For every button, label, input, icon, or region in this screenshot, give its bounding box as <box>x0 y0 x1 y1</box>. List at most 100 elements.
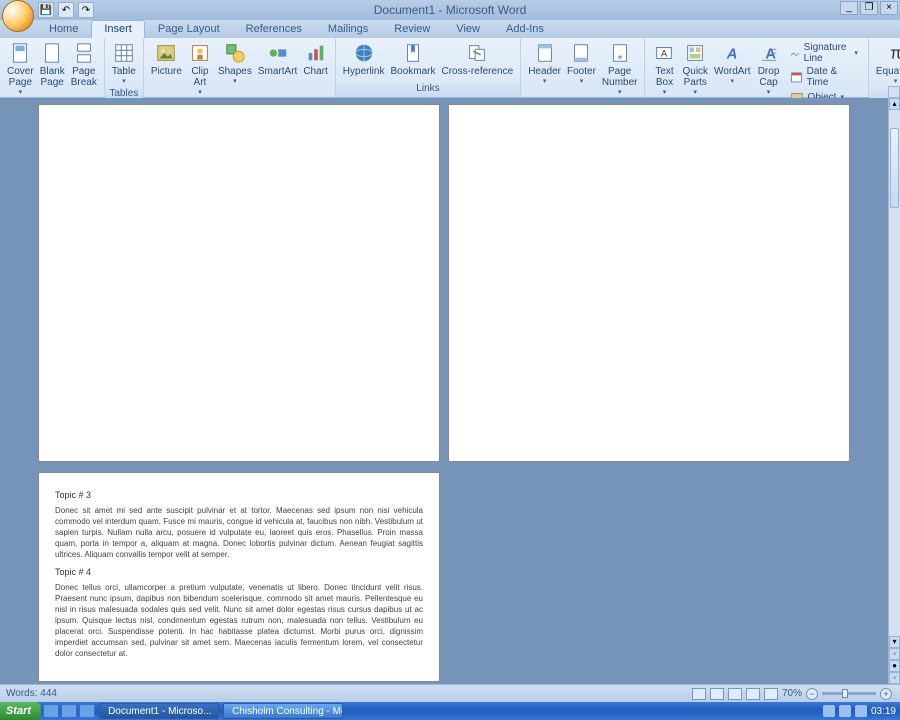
scroll-thumb[interactable] <box>890 128 899 208</box>
page-1[interactable] <box>38 104 440 462</box>
chart-button[interactable]: Chart <box>300 40 330 78</box>
document-area[interactable]: Topic # 3 Donec sit amet mi sed ante sus… <box>0 98 888 684</box>
vertical-scrollbar[interactable]: ▴ ▾ ◦ ● ◦ <box>888 98 900 684</box>
group-illustrations: Picture Clip Art▾ Shapes▾ SmartArt Chart… <box>144 38 336 97</box>
header-button[interactable]: Header▾ <box>525 40 564 86</box>
next-page-button[interactable]: ◦ <box>889 672 900 684</box>
picture-button[interactable]: Picture <box>148 40 185 78</box>
shapes-label: Shapes <box>218 66 252 77</box>
web-layout-view[interactable] <box>728 688 742 700</box>
ruler-toggle[interactable] <box>888 86 900 98</box>
ribbon-tabs: Home Insert Page Layout References Maili… <box>0 20 900 38</box>
group-header-footer: Header▾ Footer▾ #Page Number▾ Header & F… <box>521 38 645 97</box>
table-icon <box>112 41 136 65</box>
undo-button[interactable]: ↶ <box>58 2 74 18</box>
outline-view[interactable] <box>746 688 760 700</box>
equation-label: Equation <box>876 66 900 77</box>
page-break-button[interactable]: Page Break <box>68 40 100 89</box>
page-2[interactable] <box>448 104 850 462</box>
page-number-button[interactable]: #Page Number▾ <box>599 40 641 97</box>
drop-cap-label: Drop Cap <box>758 66 780 88</box>
tray-icon-3[interactable] <box>855 705 867 717</box>
close-button[interactable]: × <box>880 1 898 15</box>
cross-ref-label: Cross-reference <box>441 66 513 77</box>
tab-home[interactable]: Home <box>36 20 91 38</box>
topic-3-body: Donec sit amet mi sed ante suscipit pulv… <box>55 505 423 560</box>
equation-button[interactable]: πEquation▾ <box>873 40 900 86</box>
date-time-button[interactable]: Date & Time <box>790 66 858 88</box>
save-button[interactable]: 💾 <box>38 2 54 18</box>
tab-insert[interactable]: Insert <box>91 20 145 38</box>
blank-page-button[interactable]: Blank Page <box>37 40 68 89</box>
tray-icon-1[interactable] <box>823 705 835 717</box>
quick-launch-ie[interactable] <box>43 704 59 718</box>
clip-art-button[interactable]: Clip Art▾ <box>185 40 215 97</box>
tab-review[interactable]: Review <box>381 20 443 38</box>
task-word[interactable]: Document1 - Microso... <box>99 703 219 719</box>
maximize-button[interactable]: ❐ <box>860 1 878 15</box>
full-screen-view[interactable] <box>710 688 724 700</box>
smartart-button[interactable]: SmartArt <box>255 40 300 78</box>
cross-reference-button[interactable]: Cross-reference <box>438 40 516 78</box>
shapes-icon <box>223 41 247 65</box>
picture-label: Picture <box>151 66 182 77</box>
smartart-label: SmartArt <box>258 66 297 77</box>
tab-page-layout[interactable]: Page Layout <box>145 20 233 38</box>
clock[interactable]: 03:19 <box>871 706 896 717</box>
bookmark-icon <box>401 41 425 65</box>
quick-launch-desktop[interactable] <box>61 704 77 718</box>
hyperlink-label: Hyperlink <box>343 66 385 77</box>
minimize-button[interactable]: _ <box>840 1 858 15</box>
quick-parts-icon <box>683 41 707 65</box>
zoom-thumb[interactable] <box>842 689 848 698</box>
print-layout-view[interactable] <box>692 688 706 700</box>
system-tray: 03:19 <box>823 705 896 717</box>
redo-button[interactable]: ↷ <box>78 2 94 18</box>
footer-button[interactable]: Footer▾ <box>564 40 599 86</box>
text-box-icon: A <box>652 41 676 65</box>
hyperlink-button[interactable]: Hyperlink <box>340 40 388 78</box>
footer-label: Footer <box>567 66 596 77</box>
tab-addins[interactable]: Add-Ins <box>493 20 557 38</box>
word-count[interactable]: Words: 444 <box>6 688 57 699</box>
shapes-button[interactable]: Shapes▾ <box>215 40 255 86</box>
svg-text:π: π <box>890 45 900 63</box>
tray-icon-2[interactable] <box>839 705 851 717</box>
page-break-label: Page Break <box>71 66 97 88</box>
task-chisholm[interactable]: Chisholm Consulting - Mo... <box>223 703 343 719</box>
zoom-in-button[interactable]: + <box>880 688 892 700</box>
quick-launch-explorer[interactable] <box>79 704 95 718</box>
cover-page-button[interactable]: Cover Page▾ <box>4 40 37 97</box>
text-box-button[interactable]: AText Box▾ <box>649 40 679 97</box>
scroll-up-button[interactable]: ▴ <box>889 98 900 110</box>
start-button[interactable]: Start <box>0 702 41 720</box>
zoom-level[interactable]: 70% <box>782 688 802 699</box>
scroll-down-button[interactable]: ▾ <box>889 636 900 648</box>
browse-object-button[interactable]: ● <box>889 660 900 672</box>
hyperlink-icon <box>352 41 376 65</box>
signature-line-button[interactable]: Signature Line▾ <box>790 42 858 64</box>
quick-parts-button[interactable]: Quick Parts▾ <box>679 40 711 97</box>
office-button[interactable] <box>2 0 34 32</box>
footer-icon <box>569 41 593 65</box>
tab-view[interactable]: View <box>443 20 493 38</box>
draft-view[interactable] <box>764 688 778 700</box>
chart-icon <box>304 41 328 65</box>
drop-cap-icon: A <box>757 41 781 65</box>
page-3[interactable]: Topic # 3 Donec sit amet mi sed ante sus… <box>38 472 440 682</box>
zoom-slider[interactable] <box>822 692 876 695</box>
zoom-out-button[interactable]: − <box>806 688 818 700</box>
bookmark-button[interactable]: Bookmark <box>387 40 438 78</box>
prev-page-button[interactable]: ◦ <box>889 648 900 660</box>
table-button[interactable]: Table▾ <box>109 40 139 86</box>
clip-art-icon <box>188 41 212 65</box>
taskbar: Start Document1 - Microso... Chisholm Co… <box>0 702 900 720</box>
signature-icon <box>790 46 800 60</box>
tab-references[interactable]: References <box>233 20 315 38</box>
tab-mailings[interactable]: Mailings <box>315 20 381 38</box>
drop-cap-button[interactable]: ADrop Cap▾ <box>754 40 784 97</box>
wordart-button[interactable]: AWordArt▾ <box>711 40 754 86</box>
group-pages: Cover Page▾ Blank Page Page Break Pages <box>0 38 105 97</box>
group-text: AText Box▾ Quick Parts▾ AWordArt▾ ADrop … <box>645 38 868 97</box>
page-number-label: Page Number <box>602 66 638 88</box>
